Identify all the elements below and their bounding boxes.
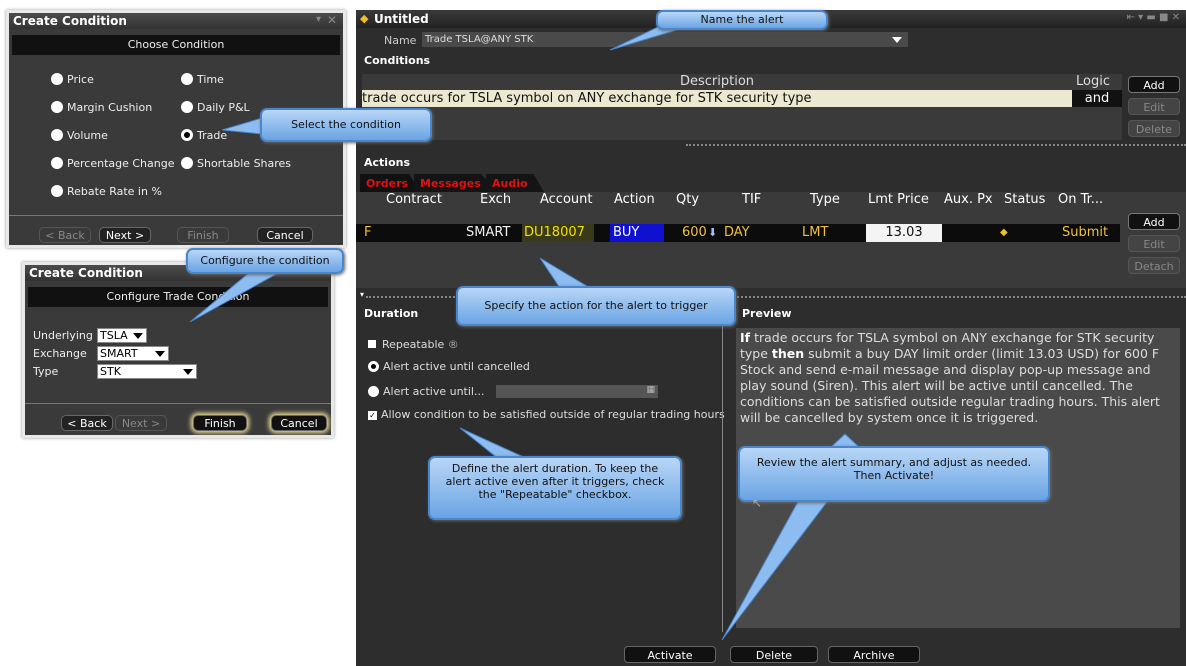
callout-specify-action: Specify the action for the alert to trig… <box>456 286 736 326</box>
callout-configure-condition: Configure the condition <box>186 248 344 274</box>
callout-duration: Define the alert duration. To keep the a… <box>428 456 682 520</box>
callout-select-condition: Select the condition <box>260 108 432 142</box>
callout-pointers <box>189 25 862 641</box>
cursor-icon: ↖ <box>752 496 763 510</box>
pointer-select <box>221 117 263 135</box>
pointer-action <box>539 257 592 289</box>
callout-name-alert: Name the alert <box>656 10 828 30</box>
callout-review: Review the alert summary, and adjust as … <box>738 446 1050 502</box>
pointer-configure <box>189 271 282 323</box>
pointer-review <box>721 497 832 641</box>
